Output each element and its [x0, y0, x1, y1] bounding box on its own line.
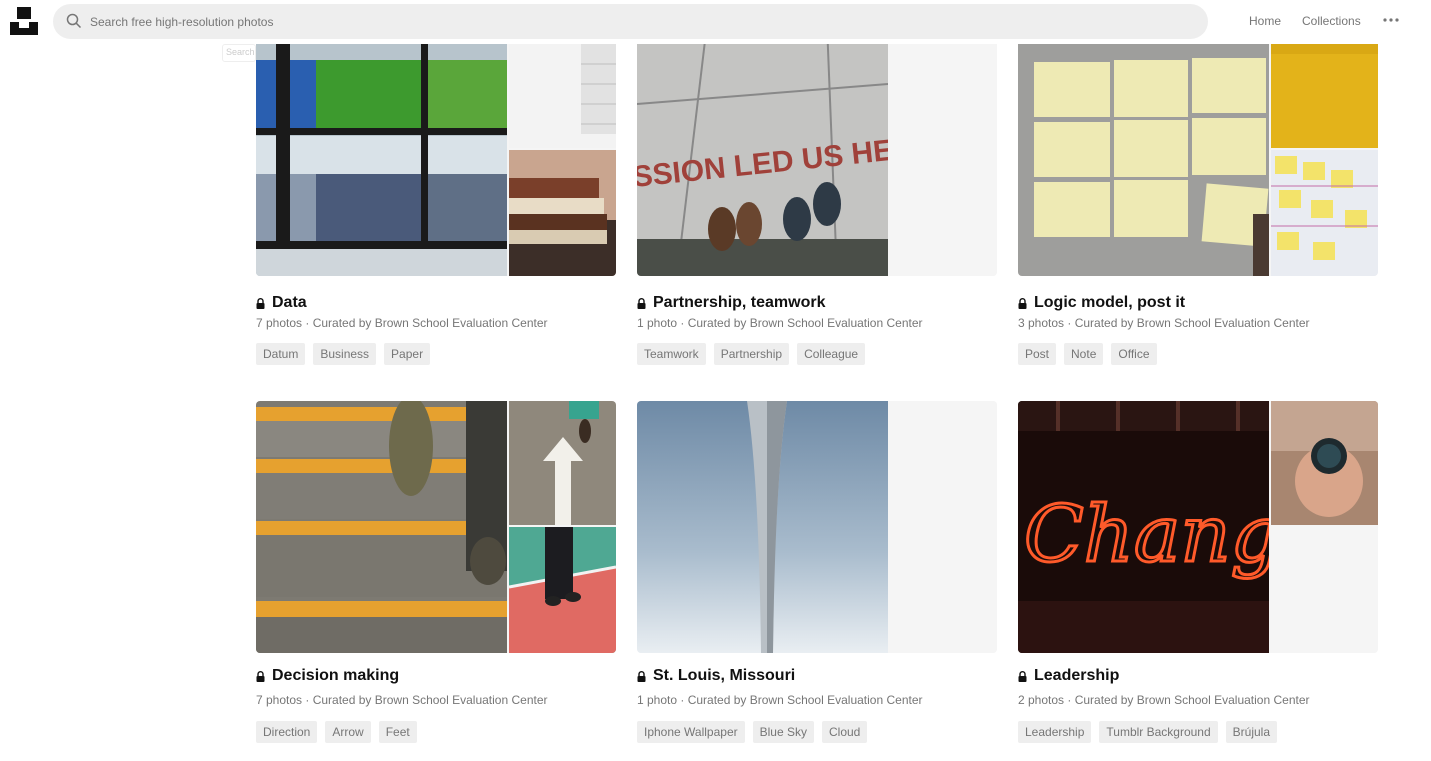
collection-meta: 1 photo · Curated by Brown School Evalua… [637, 316, 923, 330]
cover-photo-main[interactable] [1018, 24, 1269, 276]
tag[interactable]: Iphone Wallpaper [637, 721, 745, 743]
tag[interactable]: Paper [384, 343, 431, 365]
collection-meta: 1 photo · Curated by Brown School Evalua… [637, 693, 923, 707]
collection-meta: 7 photos · Curated by Brown School Evalu… [256, 693, 548, 707]
tag[interactable]: Brújula [1225, 721, 1278, 743]
tag[interactable]: Office [1111, 343, 1157, 365]
cover-photo-tertiary[interactable] [509, 527, 616, 653]
collection-cover[interactable] [1018, 24, 1378, 276]
lock-icon [1018, 670, 1027, 682]
search-input[interactable]: Search free high-resolution photos [90, 15, 273, 29]
lock-icon [1018, 297, 1027, 309]
tag-list: Post Note Office [1018, 343, 1157, 365]
collection-meta: 2 photos · Curated by Brown School Evalu… [1018, 693, 1310, 707]
collection-title[interactable]: Decision making [272, 667, 399, 685]
tag-list: Direction Arrow Feet [256, 721, 417, 743]
collection-title[interactable]: Logic model, post it [1034, 294, 1185, 312]
cover-photo-placeholder [890, 527, 997, 653]
cover-photo-main[interactable] [256, 24, 507, 276]
nav-link-home[interactable]: Home [1249, 14, 1281, 28]
cover-photo-secondary[interactable] [509, 401, 616, 525]
tag[interactable]: Teamwork [637, 343, 706, 365]
search-tooltip: Search [222, 44, 256, 62]
collection-title[interactable]: St. Louis, Missouri [653, 667, 795, 685]
tag[interactable]: Partnership [713, 343, 790, 365]
cover-photo-placeholder [890, 401, 997, 525]
collection-cover[interactable] [637, 401, 997, 653]
tag[interactable]: Leadership [1018, 721, 1092, 743]
unsplash-logo-icon[interactable] [10, 7, 38, 35]
cover-photo-main[interactable] [256, 401, 507, 653]
cover-photo-main[interactable]: SSION LED US HE [637, 24, 888, 276]
collection-cover[interactable] [256, 401, 616, 653]
collection-meta: 3 photos · Curated by Brown School Evalu… [1018, 316, 1310, 330]
tag[interactable]: Datum [256, 343, 306, 365]
cover-photo-secondary[interactable] [1271, 401, 1378, 525]
tag[interactable]: Feet [378, 721, 417, 743]
collection-meta: 7 photos · Curated by Brown School Evalu… [256, 316, 548, 330]
ellipsis-icon[interactable] [1382, 13, 1400, 27]
collection-cover[interactable]: Chang [1018, 401, 1378, 653]
cover-photo-placeholder [890, 150, 997, 276]
cover-photo-placeholder [1271, 527, 1378, 653]
tag[interactable]: Colleague [797, 343, 866, 365]
lock-icon [637, 297, 646, 309]
tag[interactable]: Blue Sky [752, 721, 814, 743]
nav-link-collections[interactable]: Collections [1302, 14, 1361, 28]
collection-title[interactable]: Data [272, 294, 307, 312]
tag[interactable]: Business [313, 343, 377, 365]
tag[interactable]: Note [1064, 343, 1104, 365]
tag-list: Datum Business Paper [256, 343, 431, 365]
cover-photo-main[interactable]: Chang [1018, 401, 1269, 653]
lock-icon [256, 670, 265, 682]
collection-title[interactable]: Partnership, teamwork [653, 294, 826, 312]
cover-photo-main[interactable] [637, 401, 888, 653]
search-icon[interactable] [66, 13, 82, 29]
cover-photo-tertiary[interactable] [1271, 150, 1378, 276]
collection-cover[interactable] [256, 24, 616, 276]
tag[interactable]: Arrow [325, 721, 371, 743]
tag-list: Teamwork Partnership Colleague [637, 343, 866, 365]
tag[interactable]: Tumblr Background [1099, 721, 1218, 743]
collection-cover[interactable]: SSION LED US HE [637, 24, 997, 276]
top-navbar: Search free high-resolution photos Home … [0, 0, 1431, 44]
tag-list: Iphone Wallpaper Blue Sky Cloud [637, 721, 868, 743]
cover-photo-tertiary[interactable] [509, 150, 616, 276]
tag-list: Leadership Tumblr Background Brújula [1018, 721, 1278, 743]
tag[interactable]: Direction [256, 721, 318, 743]
lock-icon [256, 297, 265, 309]
search-bar[interactable]: Search free high-resolution photos [53, 4, 1208, 39]
photo-neon-text: Chang [1024, 490, 1269, 580]
tag[interactable]: Cloud [821, 721, 868, 743]
lock-icon [637, 670, 646, 682]
collection-title[interactable]: Leadership [1034, 667, 1119, 685]
tag[interactable]: Post [1018, 343, 1057, 365]
